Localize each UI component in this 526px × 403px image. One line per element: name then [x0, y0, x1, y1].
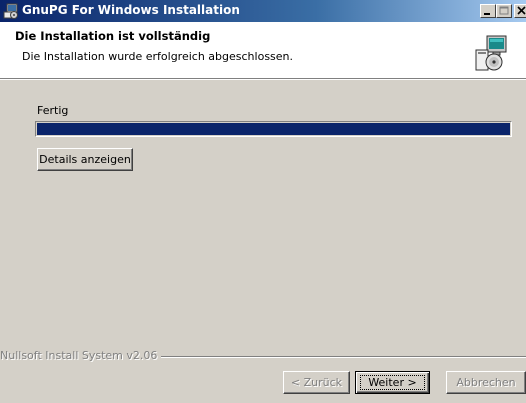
maximize-button[interactable] — [496, 4, 512, 18]
page-subtitle: Die Installation wurde erfolgreich abges… — [22, 50, 294, 63]
close-icon — [517, 6, 526, 15]
header-panel: Die Installation ist vollständig Die Ins… — [0, 22, 526, 79]
installer-icon — [3, 3, 18, 19]
show-details-button[interactable]: Details anzeigen — [37, 148, 133, 171]
status-label: Fertig — [37, 104, 69, 117]
back-button[interactable]: < Zurück — [283, 371, 350, 394]
minimize-button[interactable] — [480, 4, 496, 18]
cancel-button[interactable]: Abbrechen — [446, 371, 526, 394]
window-title: GnuPG For Windows Installation — [22, 3, 240, 17]
header-divider — [0, 79, 526, 80]
page-title: Die Installation ist vollständig — [15, 29, 211, 43]
maximize-icon — [499, 6, 509, 15]
title-bar[interactable]: GnuPG For Windows Installation — [0, 0, 526, 22]
minimize-icon — [484, 13, 490, 15]
next-button[interactable]: Weiter > — [355, 371, 430, 394]
progress-bar — [35, 121, 512, 137]
branding-text: Nullsoft Install System v2.06 — [0, 349, 162, 362]
focus-rect — [360, 375, 425, 390]
computer-disk-icon — [475, 35, 507, 71]
progress-fill — [37, 123, 510, 135]
close-button[interactable] — [514, 4, 526, 18]
installer-window: GnuPG For Windows Installation Die Insta… — [0, 0, 526, 403]
